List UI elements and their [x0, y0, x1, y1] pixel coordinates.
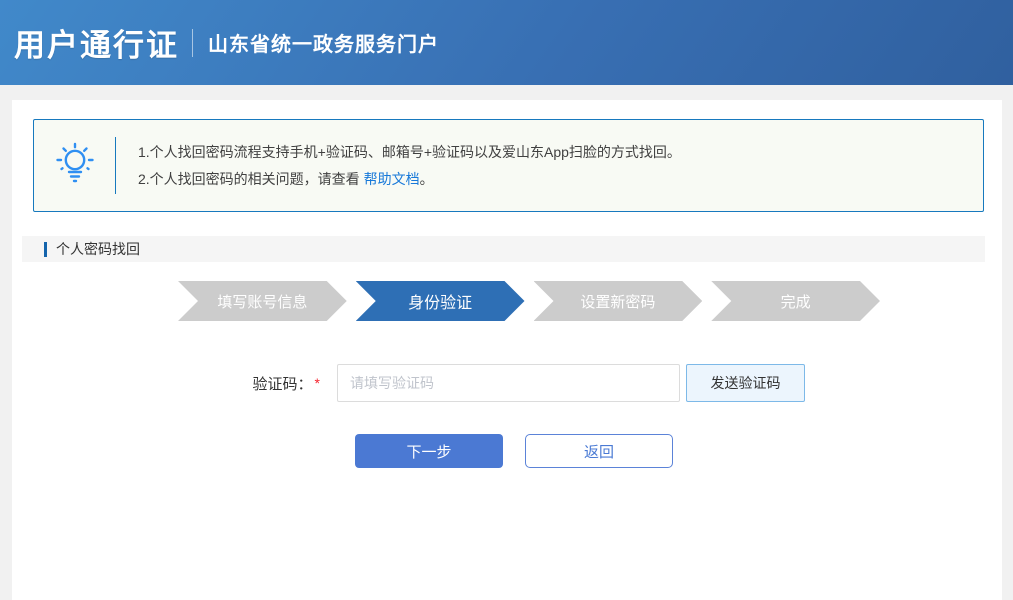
- notice-line-2-text: 2.个人找回密码的相关问题，请查看: [138, 171, 364, 187]
- title-separator: [192, 29, 193, 57]
- help-doc-link[interactable]: 帮助文档: [364, 171, 420, 187]
- lightbulb-icon: [54, 141, 96, 190]
- main-panel: 1.个人找回密码流程支持手机+验证码、邮箱号+验证码以及爱山东App扫脸的方式找…: [12, 100, 1002, 600]
- section-accent-bar: [44, 242, 47, 257]
- section-title: 个人密码找回: [56, 239, 140, 259]
- notice-divider: [115, 137, 116, 194]
- step-fill-account-info: 填写账号信息: [178, 281, 347, 321]
- verification-code-label-text: 验证码：: [253, 373, 313, 394]
- required-asterisk: *: [315, 375, 320, 391]
- notice-icon-area: [34, 141, 115, 190]
- notice-box: 1.个人找回密码流程支持手机+验证码、邮箱号+验证码以及爱山东App扫脸的方式找…: [33, 119, 984, 212]
- verification-code-label: 验证码：*: [12, 364, 320, 402]
- notice-line-2: 2.个人找回密码的相关问题，请查看 帮助文档。: [138, 166, 681, 193]
- send-code-button[interactable]: 发送验证码: [686, 364, 805, 402]
- notice-line-2-period: 。: [420, 171, 434, 187]
- header-banner: 用户通行证 山东省统一政务服务门户: [0, 0, 1013, 85]
- step-complete: 完成: [711, 281, 880, 321]
- site-subtitle: 山东省统一政务服务门户: [208, 28, 439, 57]
- back-button[interactable]: 返回: [525, 434, 673, 468]
- notice-text: 1.个人找回密码流程支持手机+验证码、邮箱号+验证码以及爱山东App扫脸的方式找…: [138, 139, 681, 193]
- section-header: 个人密码找回: [22, 236, 985, 262]
- step-wizard: 填写账号信息 身份验证 设置新密码 完成: [178, 281, 880, 321]
- site-title: 用户通行证: [14, 20, 179, 65]
- next-step-button[interactable]: 下一步: [355, 434, 503, 468]
- verification-code-input[interactable]: [337, 364, 680, 402]
- step-identity-verification: 身份验证: [356, 281, 525, 321]
- notice-line-1: 1.个人找回密码流程支持手机+验证码、邮箱号+验证码以及爱山东App扫脸的方式找…: [138, 139, 681, 166]
- step-set-new-password: 设置新密码: [534, 281, 703, 321]
